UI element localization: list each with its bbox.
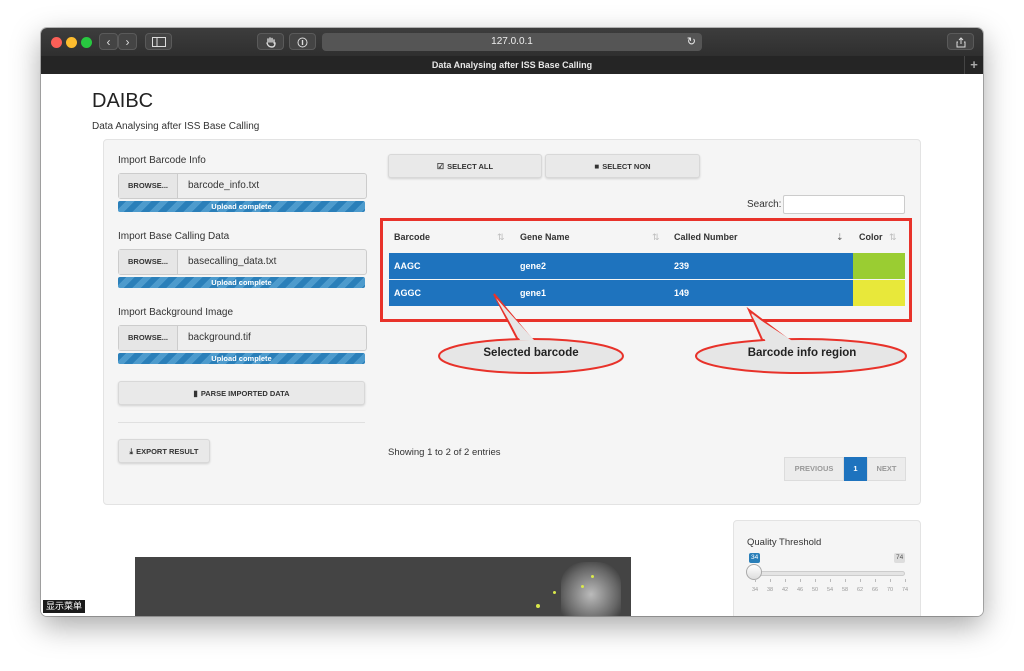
- chevron-left-icon: ‹: [106, 35, 111, 49]
- slider-tick-mark: [890, 579, 891, 582]
- barcode-info-browse-button[interactable]: BROWSE...: [119, 174, 178, 198]
- slider-max-badge: 74: [894, 553, 906, 563]
- background-image-label: Import Background Image: [118, 307, 234, 318]
- background-image-preview: [135, 557, 631, 616]
- slider-value-badge: 34: [749, 553, 761, 563]
- spot-marker: [536, 604, 540, 608]
- barcode-info-callout: [695, 306, 907, 374]
- file-icon: ▮: [193, 389, 198, 398]
- password-icon: [297, 37, 308, 48]
- background-image-file-input[interactable]: BROWSE... background.tif: [118, 325, 367, 351]
- table-info-text: Showing 1 to 2 of 2 entries: [388, 447, 501, 458]
- slider-tick-mark: [785, 579, 786, 582]
- address-bar[interactable]: 127.0.0.1 ↻: [322, 33, 702, 51]
- barcode-info-annotation: Barcode info region: [747, 347, 857, 359]
- barcode-info-filename: barcode_info.txt: [188, 180, 260, 191]
- slider-tick-label: 42: [781, 587, 789, 593]
- background-image-progress-bar: Upload complete: [118, 353, 365, 364]
- select-none-button[interactable]: ■ SELECT NON: [545, 154, 700, 178]
- slider-tick-mark: [860, 579, 861, 582]
- privacy-button[interactable]: [257, 33, 284, 50]
- base-calling-filename: basecalling_data.txt: [188, 256, 277, 267]
- spot-marker: [553, 591, 556, 594]
- slider-tick-label: 58: [841, 587, 849, 593]
- background-image-filename: background.tif: [188, 332, 251, 343]
- pagination-page-1[interactable]: 1: [844, 457, 867, 481]
- quality-slider-track[interactable]: [755, 571, 905, 576]
- background-image-browse-button[interactable]: BROWSE...: [119, 326, 178, 350]
- base-calling-file-input[interactable]: BROWSE... basecalling_data.txt: [118, 249, 367, 275]
- page-title: DAIBC: [92, 90, 154, 112]
- forward-button[interactable]: ›: [118, 33, 137, 50]
- check-square-icon: ☑: [436, 162, 445, 171]
- slider-tick-mark: [800, 579, 801, 582]
- slider-tick-label: 34: [751, 587, 759, 593]
- slider-tick-label: 38: [766, 587, 774, 593]
- slider-tick-label: 50: [811, 587, 819, 593]
- hand-icon: [265, 37, 276, 48]
- parse-data-button[interactable]: ▮ PARSE IMPORTED DATA: [118, 381, 365, 405]
- back-button[interactable]: ‹: [99, 33, 118, 50]
- show-menu-button[interactable]: 显示菜单: [43, 600, 86, 613]
- url-text: 127.0.0.1: [491, 36, 533, 47]
- slider-tick-mark: [770, 579, 771, 582]
- barcode-info-label: Import Barcode Info: [118, 155, 206, 166]
- barcode-info-progress-bar: Upload complete: [118, 201, 365, 212]
- search-label: Search:: [747, 199, 782, 210]
- browser-toolbar: ‹ › 127.0.0.1 ↻: [41, 28, 983, 57]
- slider-tick-mark: [875, 579, 876, 582]
- slider-tick-mark: [845, 579, 846, 582]
- search-input[interactable]: [783, 195, 905, 214]
- select-none-label: SELECT NON: [602, 162, 651, 171]
- export-result-button[interactable]: ⤓ EXPORT RESULT: [118, 439, 210, 463]
- spot-marker: [591, 575, 594, 578]
- divider: [118, 422, 365, 423]
- barcode-info-file-input[interactable]: BROWSE... barcode_info.txt: [118, 173, 367, 199]
- tab-active[interactable]: Data Analysing after ISS Base Calling +: [41, 56, 983, 74]
- parse-data-label: PARSE IMPORTED DATA: [200, 389, 290, 398]
- slider-tick-label: 54: [826, 587, 834, 593]
- slider-tick-mark: [830, 579, 831, 582]
- selected-barcode-annotation: Selected barcode: [483, 347, 579, 359]
- page-content: DAIBC Data Analysing after ISS Base Call…: [41, 74, 983, 616]
- browser-window: ‹ › 127.0.0.1 ↻ Data Analysing after ISS…: [41, 28, 983, 616]
- quality-threshold-label: Quality Threshold: [747, 537, 822, 548]
- slider-tick-mark: [905, 579, 906, 582]
- base-calling-progress-bar: Upload complete: [118, 277, 365, 288]
- slider-tick-mark: [755, 579, 756, 582]
- base-calling-browse-button[interactable]: BROWSE...: [119, 250, 178, 274]
- main-panel: Import Barcode Info BROWSE... barcode_in…: [103, 139, 921, 505]
- pagination-previous-button[interactable]: PREVIOUS: [784, 457, 844, 481]
- slider-tick-label: 74: [901, 587, 909, 593]
- download-icon: ⤓: [129, 447, 134, 456]
- reload-icon[interactable]: ↻: [687, 33, 696, 51]
- new-tab-button[interactable]: +: [964, 56, 983, 74]
- close-window-button[interactable]: [51, 37, 62, 48]
- export-result-label: EXPORT RESULT: [136, 447, 199, 456]
- square-icon: ■: [594, 162, 600, 171]
- share-icon: [956, 37, 965, 48]
- slider-tick-label: 66: [871, 587, 879, 593]
- select-all-label: SELECT ALL: [447, 162, 494, 171]
- reader-button[interactable]: [289, 33, 316, 50]
- chevron-right-icon: ›: [125, 35, 130, 49]
- pagination-next-button[interactable]: NEXT: [867, 457, 906, 481]
- slider-tick-mark: [815, 579, 816, 582]
- slider-tick-label: 62: [856, 587, 864, 593]
- quality-slider-handle[interactable]: [746, 564, 762, 580]
- tissue-shape: [561, 562, 621, 616]
- selected-barcode-callout: [438, 293, 624, 374]
- base-calling-label: Import Base Calling Data: [118, 231, 230, 242]
- sidebar-icon: [151, 37, 166, 47]
- zoom-window-button[interactable]: [81, 37, 92, 48]
- slider-tick-label: 46: [796, 587, 804, 593]
- sidebar-toggle-button[interactable]: [145, 33, 172, 50]
- slider-tick-label: 70: [886, 587, 894, 593]
- minimize-window-button[interactable]: [66, 37, 77, 48]
- spot-marker: [581, 585, 584, 588]
- select-all-button[interactable]: ☑ SELECT ALL: [388, 154, 542, 178]
- page-subtitle: Data Analysing after ISS Base Calling: [92, 121, 260, 132]
- share-button[interactable]: [947, 33, 974, 50]
- tab-title: Data Analysing after ISS Base Calling: [431, 60, 593, 70]
